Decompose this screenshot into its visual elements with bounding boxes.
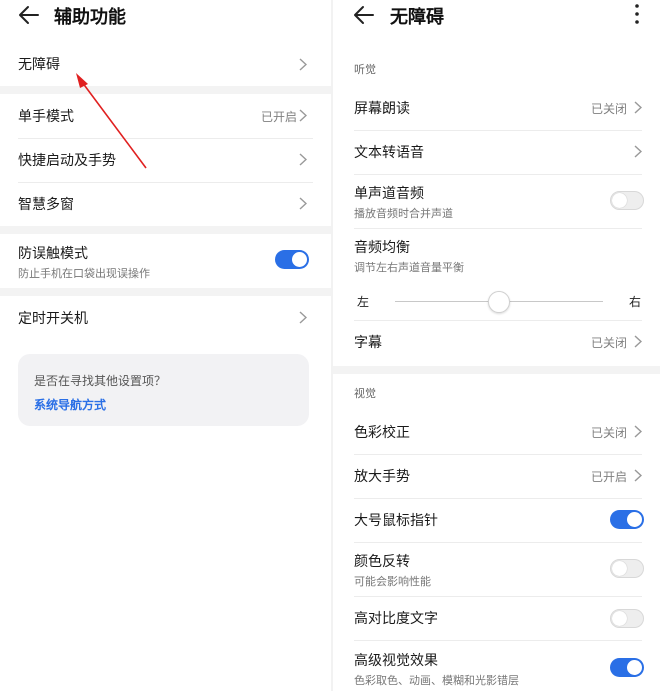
item-label: 高对比度文字 (354, 611, 438, 627)
slider-right-label: 右 (628, 295, 641, 309)
advanced-visual-toggle[interactable] (610, 658, 644, 677)
list-item-audio-balance: 音频均衡 调节左右声道音量平衡 (333, 228, 660, 282)
section-header-vision: 视觉 (354, 387, 376, 400)
list-item-scheduled-power[interactable]: 定时开关机 (0, 296, 331, 340)
list-item-mono-audio[interactable]: 单声道音频 播放音频时合并声道 (333, 174, 660, 228)
item-label: 字幕 (354, 335, 382, 351)
suggestion-question: 是否在寻找其他设置项？ (34, 374, 167, 388)
chevron-right-icon (634, 335, 642, 348)
high-contrast-toggle[interactable] (610, 609, 644, 628)
list-item-smart-multiwindow[interactable]: 智慧多窗 (0, 182, 331, 226)
chevron-right-icon (299, 197, 307, 210)
list-item-advanced-visual-effects[interactable]: 高级视觉效果 色彩取色、动画、模糊和光影错层 (333, 640, 660, 691)
status-value: 已关闭 (590, 426, 627, 440)
item-subtitle: 调节左右声道音量平衡 (354, 261, 464, 274)
item-subtitle: 播放音频时合并声道 (354, 207, 453, 220)
suggestion-card: 是否在寻找其他设置项？ 系统导航方式 (18, 354, 309, 426)
list-item-shortcut-gestures[interactable]: 快捷启动及手势 (0, 138, 331, 182)
audio-balance-slider-handle[interactable] (488, 291, 510, 313)
item-label: 智慧多窗 (18, 197, 74, 213)
item-label: 大号鼠标指针 (354, 513, 438, 529)
status-value: 已开启 (590, 470, 627, 484)
more-options-icon[interactable] (632, 2, 642, 26)
list-item-high-contrast-text[interactable]: 高对比度文字 (333, 596, 660, 640)
group-separator (0, 288, 331, 296)
section-header-hearing: 听觉 (354, 63, 376, 76)
large-pointer-toggle[interactable] (610, 510, 644, 529)
accessibility-detail-panel: 无障碍 听觉 屏幕朗读 已关闭 文本转语音 单声道音频 播放音频时合并声道 音频… (333, 0, 660, 691)
chevron-right-icon (299, 311, 307, 324)
item-label: 色彩校正 (354, 425, 410, 441)
item-label: 音频均衡 (354, 240, 410, 256)
item-subtitle: 可能会影响性能 (354, 575, 431, 588)
list-item-accessibility[interactable]: 无障碍 (0, 44, 331, 84)
chevron-right-icon (634, 425, 642, 438)
toggle-knob (292, 252, 307, 267)
item-subtitle: 防止手机在口袋出现误操作 (18, 267, 150, 280)
accessibility-settings-panel: 辅助功能 无障碍 单手模式 已开启 快捷启动及手势 智慧多窗 防误触模式 防止手… (0, 0, 331, 691)
list-item-text-to-speech[interactable]: 文本转语音 (333, 130, 660, 174)
left-header: 辅助功能 (0, 0, 331, 32)
item-label: 放大手势 (354, 469, 410, 485)
group-separator (0, 86, 331, 94)
list-item-color-correction[interactable]: 色彩校正 已关闭 (333, 410, 660, 454)
list-item-mistouch-mode[interactable]: 防误触模式 防止手机在口袋出现误操作 (0, 234, 331, 288)
group-separator (333, 366, 660, 374)
page-title: 无障碍 (390, 7, 444, 28)
mistouch-toggle[interactable] (275, 250, 309, 269)
toggle-knob (612, 193, 627, 208)
list-item-color-inversion[interactable]: 颜色反转 可能会影响性能 (333, 542, 660, 596)
item-label: 定时开关机 (18, 311, 88, 327)
list-item-one-hand-mode[interactable]: 单手模式 已开启 (0, 94, 331, 138)
chevron-right-icon (634, 101, 642, 114)
chevron-right-icon (634, 469, 642, 482)
item-label: 单声道音频 (354, 186, 424, 202)
status-value: 已关闭 (590, 336, 627, 350)
item-label: 单手模式 (18, 109, 74, 125)
page-title: 辅助功能 (54, 7, 126, 28)
status-value: 已关闭 (590, 102, 627, 116)
item-label: 文本转语音 (354, 145, 424, 161)
back-arrow-icon[interactable] (353, 4, 375, 26)
item-label: 无障碍 (18, 57, 60, 73)
item-label: 屏幕朗读 (354, 101, 410, 117)
item-label: 高级视觉效果 (354, 653, 438, 669)
toggle-knob (612, 611, 627, 626)
toggle-knob (612, 561, 627, 576)
list-item-captions[interactable]: 字幕 已关闭 (333, 320, 660, 364)
chevron-right-icon (634, 145, 642, 158)
color-inversion-toggle[interactable] (610, 559, 644, 578)
system-navigation-link[interactable]: 系统导航方式 (34, 396, 106, 413)
item-label: 快捷启动及手势 (18, 153, 116, 169)
mono-audio-toggle[interactable] (610, 191, 644, 210)
list-item-large-pointer[interactable]: 大号鼠标指针 (333, 498, 660, 542)
toggle-knob (627, 660, 642, 675)
item-label: 防误触模式 (18, 246, 88, 262)
chevron-right-icon (299, 153, 307, 166)
right-header: 无障碍 (333, 0, 660, 32)
chevron-right-icon (299, 58, 307, 71)
chevron-right-icon (299, 109, 307, 122)
toggle-knob (627, 512, 642, 527)
list-item-screen-reader[interactable]: 屏幕朗读 已关闭 (333, 86, 660, 130)
item-label: 颜色反转 (354, 554, 410, 570)
list-item-magnification-gesture[interactable]: 放大手势 已开启 (333, 454, 660, 498)
status-value: 已开启 (260, 110, 297, 124)
slider-left-label: 左 (357, 295, 370, 309)
group-separator (0, 226, 331, 234)
back-arrow-icon[interactable] (18, 4, 40, 26)
item-subtitle: 色彩取色、动画、模糊和光影错层 (354, 674, 519, 687)
